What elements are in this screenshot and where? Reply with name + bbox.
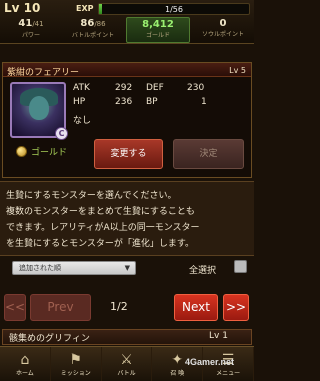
chevron-down-icon: ▼ [124,264,130,272]
mission-icon: ⚑ [69,352,82,368]
stats-row: 41/41 パワー 86/86 バトルポイント 8,412 ゴールド 0 ソウル… [0,17,254,43]
home-icon: ⌂ [20,352,30,368]
exp-value: 1/56 [165,5,183,14]
stat-battle-point-label: バトルポイント [71,32,115,39]
nav-home[interactable]: ⌂ ホーム [0,347,51,381]
instruction-line: できます。レアリティがA以上の同一モンスター [6,223,200,233]
page-indicator: 1/2 [110,300,128,313]
atk-label: ATK [73,83,90,93]
battle-icon: ⚔ [120,352,133,368]
card-portrait[interactable]: C [10,82,68,140]
stat-gold-label: ゴールド [145,32,170,39]
nav-mission[interactable]: ⚑ ミッション [51,347,102,381]
base-card-panel: 紫紺のフェアリー Lv 5 C ATK 292 DEF 230 HP 236 B… [2,62,252,178]
stat-gold: 8,412 ゴールド [126,17,190,43]
stat-power-label: パワー [21,32,40,39]
hp-label: HP [73,97,86,107]
decide-button[interactable]: 決定 [173,139,244,169]
list-item-name: 骸集めのグリフィン [9,334,90,344]
instruction-line: 複数のモンスターをまとめて生贄にすることも [6,207,195,217]
sort-selected-value: 追加された順 [19,264,61,272]
list-item[interactable]: 骸集めのグリフィン Lv 1 [2,329,252,345]
player-level: Lv 10 [4,1,41,15]
stat-power-max: /41 [32,20,44,28]
instruction-line: を生贄にするとモンスターが「進化」します。 [6,239,195,249]
gold-coin-icon [16,146,27,157]
next-page-button[interactable]: Next [174,294,218,321]
bp-value: 1 [201,97,207,107]
atk-value: 292 [115,83,133,93]
portrait-face [29,96,49,120]
nav-label: バトル [117,370,136,377]
select-all-checkbox[interactable] [234,260,247,273]
stat-battle-point-max: /86 [94,20,106,28]
nav-battle[interactable]: ⚔ バトル [102,347,153,381]
exp-bar: 1/56 [98,3,250,15]
gold-cost-label: ゴールド [31,148,68,158]
sort-dropdown[interactable]: 追加された順 ▼ [12,261,136,275]
nav-label: ホーム [15,370,34,377]
bp-label: BP [146,97,158,107]
pagination: << Prev 1/2 Next >> [0,294,254,324]
stat-power: 41/41 パワー [0,17,62,43]
hp-value: 236 [115,97,133,107]
select-all-label: 全選択 [189,266,217,276]
stat-soul-point-value: 0 [219,18,227,29]
stat-soul-point-label: ソウルポイント [201,31,244,38]
gold-cost: ゴールド [16,145,67,158]
def-value: 230 [187,83,205,93]
prev-page-button[interactable]: Prev [30,294,91,321]
instruction-panel: 生贄にするモンスターを選んでください。 複数のモンスターをまとめて生贄にすること… [0,181,254,256]
status-bar: Lv 10 EXP 1/56 41/41 パワー 86/86 バトルポイント 8… [0,0,254,44]
nav-label: メニュー [216,370,241,377]
stat-soul-point: 0 ソウルポイント [192,17,254,43]
card-skill: なし [73,116,92,126]
exp-label: EXP [76,4,94,13]
rarity-badge: C [55,127,68,140]
stat-battle-point: 86/86 バトルポイント [62,17,124,43]
card-level: Lv 5 [229,66,246,75]
def-label: DEF [146,83,164,93]
nav-label: ミッション [60,370,91,377]
stat-power-value: 41 [18,18,33,29]
last-page-button[interactable]: >> [223,294,249,321]
card-name: 紫紺のフェアリー [7,68,80,78]
instruction-line: 生贄にするモンスターを選んでください。 [6,191,177,201]
stat-battle-point-value: 86 [80,18,95,29]
stat-gold-value: 8,412 [142,19,174,30]
first-page-button[interactable]: << [4,294,26,321]
nav-label: 召 喚 [170,370,185,377]
list-item-level: Lv 1 [209,331,228,341]
watermark: 4Gamer.net [185,357,235,367]
change-button[interactable]: 変更する [94,139,163,169]
instruction-text: 生贄にするモンスターを選んでください。 複数のモンスターをまとめて生贄にすること… [6,188,250,252]
